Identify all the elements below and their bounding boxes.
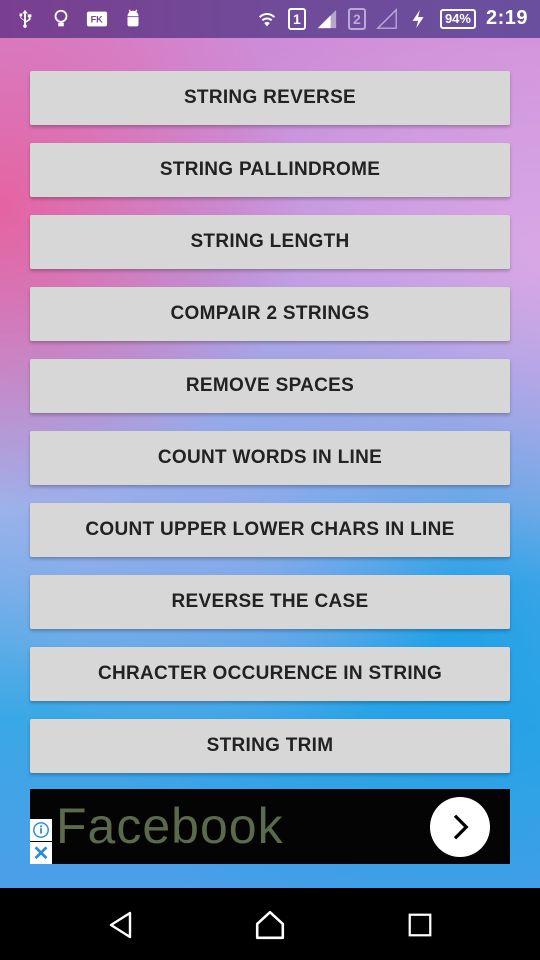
ad-title: Facebook bbox=[56, 798, 284, 854]
string-reverse-button[interactable]: STRING REVERSE bbox=[30, 71, 510, 125]
main-content: STRING REVERSE STRING PALLINDROME STRING… bbox=[0, 38, 540, 888]
sim2-indicator: 2 bbox=[347, 7, 366, 30]
back-icon[interactable] bbox=[104, 908, 138, 942]
count-words-button[interactable]: COUNT WORDS IN LINE bbox=[30, 431, 510, 485]
compair-strings-button[interactable]: COMPAIR 2 STRINGS bbox=[30, 287, 510, 341]
signal-empty-icon bbox=[376, 7, 398, 30]
ad-info-icon[interactable] bbox=[30, 819, 52, 841]
usb-icon bbox=[14, 8, 36, 30]
recent-apps-icon[interactable] bbox=[403, 908, 437, 942]
home-icon[interactable] bbox=[253, 908, 287, 942]
svg-text:FK: FK bbox=[91, 15, 104, 25]
fk-app-icon: FK bbox=[86, 8, 108, 30]
lightbulb-icon bbox=[50, 8, 72, 30]
wifi-icon bbox=[256, 8, 278, 30]
sim1-indicator: 1 bbox=[287, 7, 306, 30]
character-occurence-button[interactable]: CHRACTER OCCURENCE IN STRING bbox=[30, 647, 510, 701]
count-upper-lower-button[interactable]: COUNT UPPER LOWER CHARS IN LINE bbox=[30, 503, 510, 557]
ad-close-icon[interactable]: ✕ bbox=[30, 842, 52, 864]
ad-go-arrow-icon[interactable] bbox=[430, 797, 490, 857]
charging-icon bbox=[408, 8, 430, 30]
android-icon bbox=[122, 8, 144, 30]
remove-spaces-button[interactable]: REMOVE SPACES bbox=[30, 359, 510, 413]
string-length-button[interactable]: STRING LENGTH bbox=[30, 215, 510, 269]
clock: 2:19 bbox=[485, 7, 528, 29]
signal-icon bbox=[316, 8, 338, 30]
status-bar: FK 1 2 94% 2:19 bbox=[0, 0, 540, 38]
ad-banner[interactable]: Facebook ✕ bbox=[30, 789, 510, 864]
reverse-case-button[interactable]: REVERSE THE CASE bbox=[30, 575, 510, 629]
battery-indicator: 94% bbox=[439, 8, 476, 29]
navigation-bar bbox=[0, 888, 540, 960]
string-pallindrome-button[interactable]: STRING PALLINDROME bbox=[30, 143, 510, 197]
string-trim-button[interactable]: STRING TRIM bbox=[30, 719, 510, 773]
